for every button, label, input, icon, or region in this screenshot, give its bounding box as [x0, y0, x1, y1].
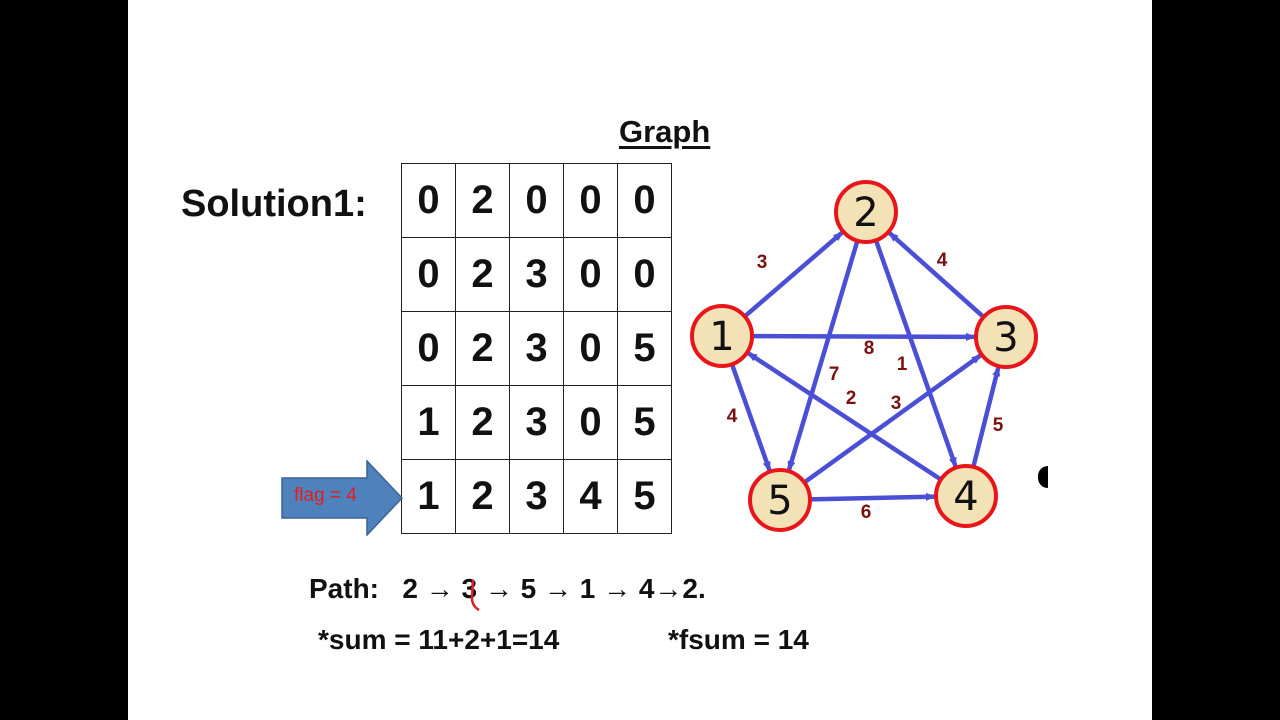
- matrix-cell: 2: [455, 163, 510, 238]
- matrix-cell: 5: [617, 385, 672, 460]
- matrix-cell: 0: [563, 163, 618, 238]
- flag-label: flag = 4: [294, 485, 357, 506]
- matrix-cell: 2: [455, 237, 510, 312]
- matrix-cell: 2: [455, 459, 510, 534]
- matrix-cell: 5: [617, 311, 672, 386]
- matrix-cell: 3: [509, 311, 564, 386]
- matrix-cell: 0: [617, 237, 672, 312]
- matrix-cell: 3: [509, 385, 564, 460]
- matrix-row: 0 2 3 0 5: [401, 311, 672, 386]
- matrix-cell: 0: [401, 163, 456, 238]
- solution-label: Solution1:: [181, 183, 367, 225]
- graph-title: Graph: [619, 114, 711, 149]
- matrix-cell: 3: [509, 237, 564, 312]
- red-annotation-mark: [470, 579, 480, 612]
- matrix-cell: 0: [563, 385, 618, 460]
- matrix-cell: 5: [617, 459, 672, 534]
- fsum-text: *fsum = 14: [668, 624, 809, 655]
- matrix-row: 1 2 3 4 5: [401, 459, 672, 534]
- matrix-cell: 2: [455, 385, 510, 460]
- matrix-cell: 1: [401, 459, 456, 534]
- sum-text: *sum = 11+2+1=14: [318, 624, 560, 655]
- matrix-cell: 0: [563, 237, 618, 312]
- matrix-row: 0 2 0 0 0: [401, 163, 672, 238]
- solution-matrix: 0 2 0 0 0 0 2 3 0 0 0 2 3 0 5 1 2 3 0 5 …: [401, 163, 672, 534]
- matrix-row: 1 2 3 0 5: [401, 385, 672, 460]
- matrix-cell: 0: [509, 163, 564, 238]
- matrix-row: 0 2 3 0 0: [401, 237, 672, 312]
- matrix-cell: 1: [401, 385, 456, 460]
- matrix-cell: 4: [563, 459, 618, 534]
- matrix-cell: 0: [401, 237, 456, 312]
- path-text: Path: 2 → 3 → 5 → 1 → 4→2.: [309, 573, 706, 604]
- matrix-cell: 0: [563, 311, 618, 386]
- matrix-cell: 0: [401, 311, 456, 386]
- matrix-cell: 2: [455, 311, 510, 386]
- matrix-cell: 0: [617, 163, 672, 238]
- matrix-cell: 3: [509, 459, 564, 534]
